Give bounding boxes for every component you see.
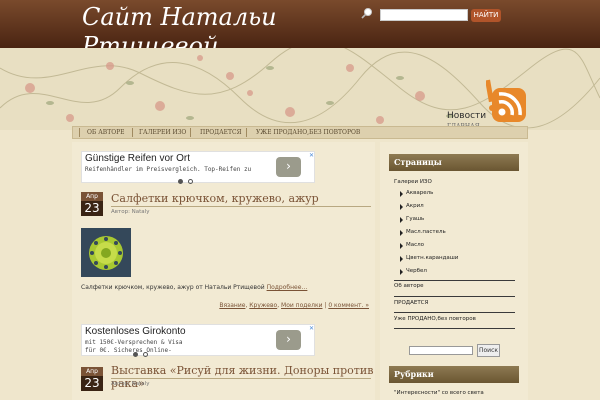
ad-banner[interactable]: Günstige Reifen vor Ort Reifenhändler im… bbox=[81, 151, 315, 184]
sidebar-link-rubric[interactable]: "Интересности" со всего света bbox=[394, 390, 484, 396]
sidebar-divider bbox=[394, 328, 515, 329]
sidebar-link-for-sale[interactable]: ПРОДАЕТСЯ bbox=[394, 300, 428, 306]
magnifier-icon bbox=[361, 8, 372, 19]
header-search-button[interactable]: НАЙТИ bbox=[471, 9, 501, 22]
sidebar-link-acrylic[interactable]: Акрил bbox=[406, 203, 424, 209]
nav-item-about[interactable]: ОБ АВТОРЕ bbox=[87, 129, 125, 136]
post-excerpt-text: Салфетки крючком, кружево, ажур от Натал… bbox=[81, 284, 265, 291]
post-month: Апр bbox=[81, 192, 103, 201]
crochet-doily-image bbox=[81, 228, 131, 277]
ad-title[interactable]: Günstige Reifen vor Ort bbox=[85, 153, 190, 164]
sidebar-divider bbox=[394, 280, 515, 281]
post-meta: Вязание, Кружево, Мои поделки | 0 коммен… bbox=[219, 302, 369, 309]
sidebar-divider bbox=[394, 296, 515, 297]
ad-close-icon[interactable]: ✕ bbox=[309, 325, 314, 332]
site-header: Сайт Натальи Ртищевой НАЙТИ bbox=[0, 0, 600, 60]
rss-feed-icon[interactable] bbox=[486, 78, 530, 124]
main-navigation: ОБ АВТОРЕ ГАЛЕРЕИ ИЗО ПРОДАЕТСЯ УЖЕ ПРОД… bbox=[72, 126, 528, 139]
bullet-arrow-icon bbox=[400, 204, 403, 210]
ad-pager-dot[interactable] bbox=[143, 352, 148, 357]
nav-item-for-sale[interactable]: ПРОДАЕТСЯ bbox=[200, 129, 241, 136]
news-link[interactable]: Новости bbox=[447, 111, 486, 121]
bullet-arrow-icon bbox=[400, 256, 403, 262]
ad-banner[interactable]: Kostenloses Girokonto mit 150€-Versprech… bbox=[81, 324, 315, 357]
post-thumbnail[interactable] bbox=[81, 228, 131, 277]
sidebar-search-button[interactable]: Поиск bbox=[477, 344, 500, 357]
nav-separator bbox=[190, 128, 191, 137]
nav-item-sold[interactable]: УЖЕ ПРОДАНО,БЕЗ ПОВТОРОВ bbox=[256, 129, 360, 136]
ad-pager-dot[interactable] bbox=[188, 179, 193, 184]
post-divider bbox=[111, 206, 371, 207]
ad-pager-dot[interactable] bbox=[178, 179, 183, 184]
ad-arrow-button[interactable]: › bbox=[276, 157, 301, 177]
tag-link[interactable]: Кружево bbox=[249, 302, 277, 309]
sidebar-divider bbox=[394, 312, 515, 313]
bullet-arrow-icon bbox=[400, 217, 403, 223]
sidebar: Страницы Галереи ИЗО Акварель Акрил Гуаш… bbox=[380, 142, 528, 400]
tag-link[interactable]: Вязание bbox=[219, 302, 245, 309]
post-divider bbox=[111, 378, 371, 379]
ad-text: Reifenhändler im Preisvergleich. Top-Rei… bbox=[85, 166, 252, 173]
nav-item-gallery[interactable]: ГАЛЕРЕИ ИЗО bbox=[139, 129, 186, 136]
widget-title-pages: Страницы bbox=[389, 154, 519, 171]
sidebar-link-about[interactable]: Об авторе bbox=[394, 283, 424, 289]
ad-close-icon[interactable]: ✕ bbox=[309, 152, 314, 159]
bullet-arrow-icon bbox=[400, 230, 403, 236]
post-month: Апр bbox=[81, 367, 103, 376]
nav-separator bbox=[132, 128, 133, 137]
bullet-arrow-icon bbox=[400, 243, 403, 249]
read-more-link[interactable]: Подробнее… bbox=[267, 284, 308, 291]
post-date: Апр 23 bbox=[81, 192, 103, 216]
sidebar-link-color-pencils[interactable]: Цветн.карандаши bbox=[406, 255, 458, 261]
post-day: 23 bbox=[84, 201, 100, 215]
sidebar-search-input[interactable] bbox=[409, 346, 473, 355]
ad-title[interactable]: Kostenloses Girokonto bbox=[85, 326, 186, 337]
bullet-arrow-icon bbox=[400, 191, 403, 197]
header-search-input[interactable] bbox=[380, 9, 468, 21]
ad-pager-dot[interactable] bbox=[133, 352, 138, 357]
sidebar-link-oil-pastel[interactable]: Масл.пастель bbox=[406, 229, 446, 235]
post-excerpt: Салфетки крючком, кружево, ажур от Натал… bbox=[81, 284, 307, 291]
post-title[interactable]: Выставка «Рисуй для жизни. Доноры против… bbox=[111, 364, 375, 390]
main-content: Günstige Reifen vor Ort Reifenhändler im… bbox=[72, 142, 375, 400]
sidebar-link-sold[interactable]: Уже ПРОДАНО,без повторов bbox=[394, 316, 476, 322]
bullet-arrow-icon bbox=[400, 269, 403, 275]
tag-link[interactable]: Мои поделки bbox=[281, 302, 322, 309]
post-day: 23 bbox=[84, 376, 100, 390]
post-date: Апр 23 bbox=[81, 367, 103, 391]
sidebar-link-black-white[interactable]: Чербел bbox=[406, 268, 427, 274]
sidebar-link-gouache[interactable]: Гуашь bbox=[406, 216, 424, 222]
sidebar-link-oil[interactable]: Масло bbox=[406, 242, 424, 248]
post-author: Автор: Nataly bbox=[111, 381, 150, 387]
widget-title-rubrics: Рубрики bbox=[389, 366, 519, 383]
nav-separator bbox=[79, 128, 80, 137]
nav-separator bbox=[246, 128, 247, 137]
ad-arrow-button[interactable]: › bbox=[276, 330, 301, 350]
sidebar-link-gallery[interactable]: Галереи ИЗО bbox=[394, 179, 432, 185]
comments-link[interactable]: 0 коммент. » bbox=[328, 302, 369, 309]
post-author: Автор: Nataly bbox=[111, 209, 150, 215]
post-title[interactable]: Салфетки крючком, кружево, ажур bbox=[111, 192, 319, 205]
sidebar-link-watercolor[interactable]: Акварель bbox=[406, 190, 433, 196]
